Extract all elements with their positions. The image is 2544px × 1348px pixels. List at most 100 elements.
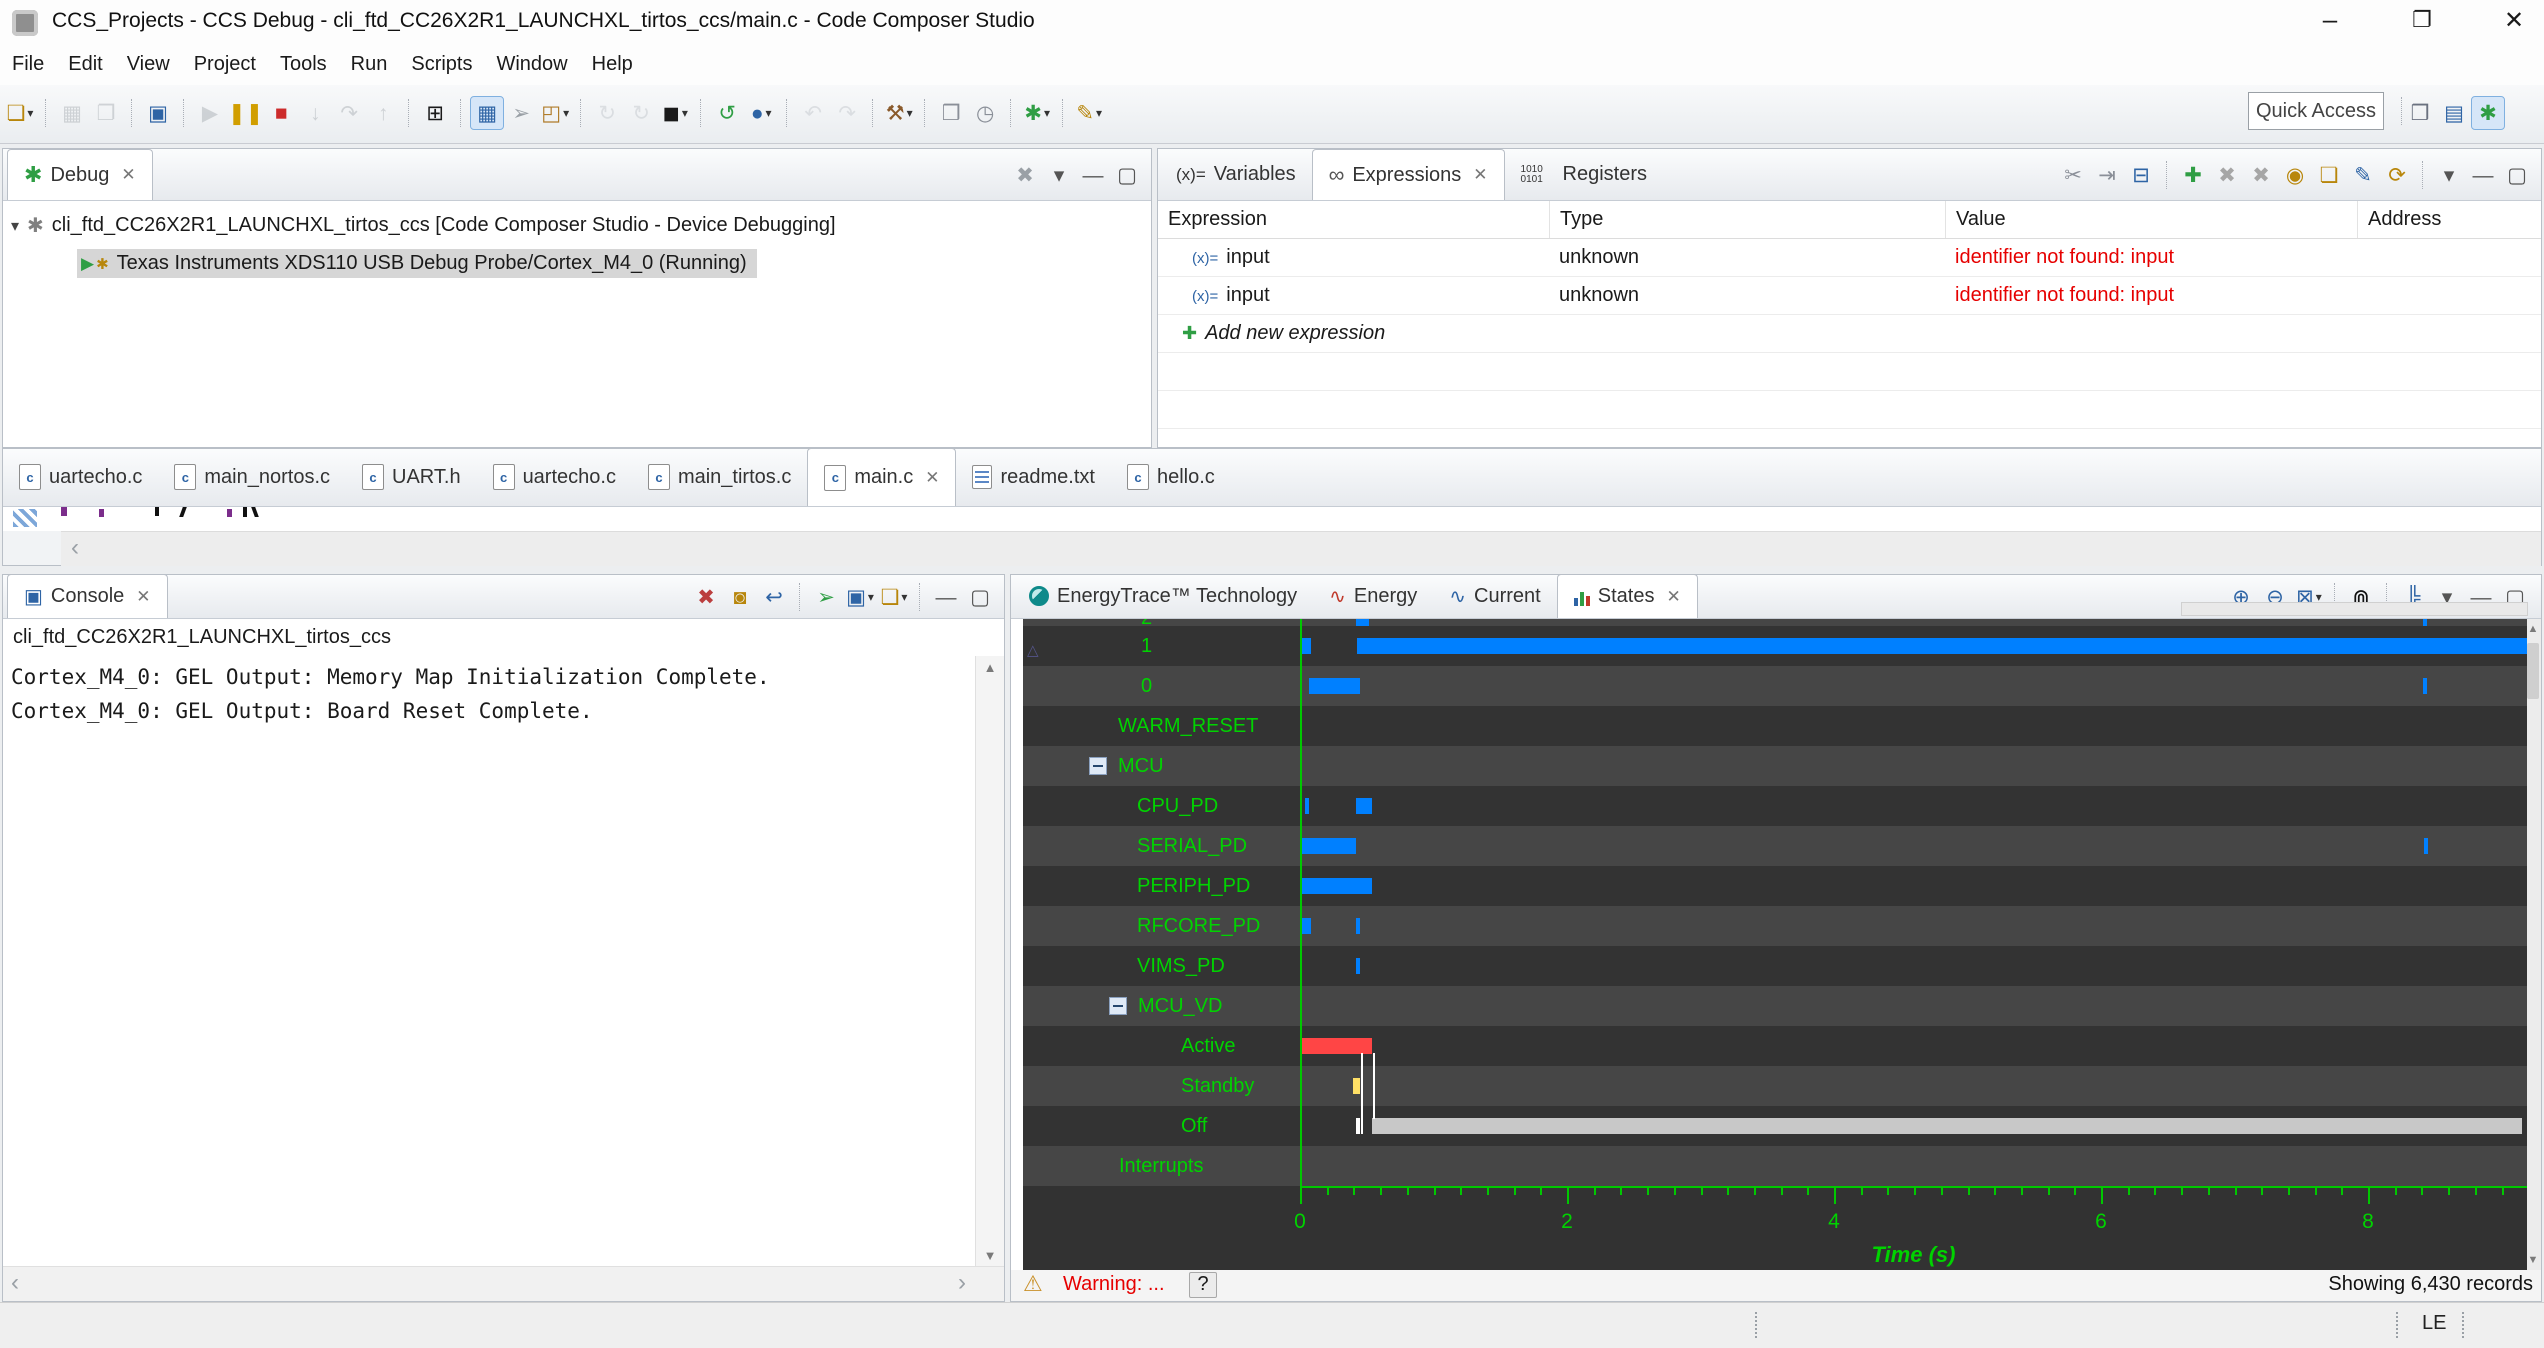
column-header-expression[interactable]: Expression [1158,201,1549,238]
minimize-button[interactable]: — [930,581,962,613]
chart-row-PERIPH_PD[interactable]: PERIPH_PD [1023,866,2527,906]
tab-variables[interactable]: (x)= Variables [1160,149,1312,200]
close-window-button[interactable]: ✕ [2484,6,2544,35]
editor-tab-uartecho.c[interactable]: cuartecho.c [3,448,158,506]
editor-tab-main_nortos.c[interactable]: cmain_nortos.c [158,448,346,506]
edit-expression-button[interactable]: ✎ [2347,159,2379,191]
scroll-down-icon[interactable]: ▼ [976,1248,1004,1263]
menu-item-file[interactable]: File [0,47,56,82]
remove-all-terminated-button[interactable]: ✖ [1009,159,1041,191]
new-file-button[interactable]: ❏▾ [4,97,36,129]
column-header-value[interactable]: Value [1945,201,2357,238]
dropdown-arrow-icon[interactable]: ▾ [682,106,688,120]
new-watch-button[interactable]: ❏ [2313,159,2345,191]
hscroll-left-icon[interactable]: ‹ [71,534,79,562]
chart-row-Off[interactable]: Off [1023,1106,2527,1146]
collapse-box-icon[interactable] [1109,997,1127,1015]
quick-access-box[interactable]: Quick Access [2248,92,2384,130]
column-header-address[interactable]: Address [2357,201,2541,238]
tab-states[interactable]: States ✕ [1557,574,1698,618]
chart-row-Interrupts[interactable]: Interrupts [1023,1146,2527,1186]
menu-item-run[interactable]: Run [339,47,400,82]
build-button[interactable]: ⚒▾ [883,97,915,129]
chart-row-0[interactable]: 0 [1023,666,2527,706]
add-expression-row[interactable]: ✚Add new expression [1158,315,2541,353]
open-perspective-button[interactable]: ❒ [2404,97,2436,129]
minimize-button[interactable]: — [2467,159,2499,191]
chart-row-Standby[interactable]: Standby [1023,1066,2527,1106]
dropdown-arrow-icon[interactable]: ▾ [27,106,33,120]
menu-item-tools[interactable]: Tools [268,47,339,82]
chart-row-VIMS_PD[interactable]: VIMS_PD [1023,946,2527,986]
collapse-all-button[interactable]: ⊟ [2125,159,2157,191]
tab-debug[interactable]: ✱ Debug ✕ [7,149,153,200]
chart-row-MCU_VD[interactable]: MCU_VD [1023,986,2527,1026]
editor-tab-UART.h[interactable]: cUART.h [346,448,477,506]
display-console-button[interactable]: ▣▾ [844,581,876,613]
tab-energy[interactable]: ∿ Energy [1313,574,1433,618]
select-pointer-button[interactable]: ➢ [505,97,537,129]
console-output[interactable]: Cortex_M4_0: GEL Output: Memory Map Init… [3,656,976,1267]
maximize-button[interactable]: ▢ [964,581,996,613]
remove-expression-button[interactable]: ✖ [2211,159,2243,191]
connect-target-button[interactable]: ▦ [471,97,503,129]
word-wrap-button[interactable]: ↩ [758,581,790,613]
editor-hscrollbar[interactable]: ‹ [61,531,2541,566]
remove-all-expressions-button[interactable]: ✖ [2245,159,2277,191]
minimize-button[interactable]: — [1077,159,1109,191]
device-chip-button[interactable]: ◼▾ [659,97,691,129]
chart-row-Active[interactable]: Active [1023,1026,2527,1066]
tree-expander-icon[interactable]: ▾ [11,216,19,236]
restore-window-button[interactable]: ❐ [2392,7,2452,33]
editor-tab-main.c[interactable]: cmain.c✕ [807,448,956,506]
expression-row[interactable]: (x)=inputunknownidentifier not found: in… [1158,239,2541,277]
suspend-button[interactable]: ❚❚ [228,97,263,129]
menu-item-edit[interactable]: Edit [56,47,114,82]
editor-tab-main_tirtos.c[interactable]: cmain_tirtos.c [632,448,807,506]
warning-label[interactable]: Warning: ... [1063,1273,1165,1296]
chart-row-1[interactable]: 1 [1023,626,2527,666]
show-type-names-button[interactable]: ✂ [2057,159,2089,191]
pin-console-button[interactable]: ➢ [810,581,842,613]
target-config-button[interactable]: ●▾ [745,97,777,129]
dropdown-arrow-icon[interactable]: ▾ [563,106,569,120]
dropdown-arrow-icon[interactable]: ▾ [868,590,874,604]
expression-row[interactable]: (x)=inputunknownidentifier not found: in… [1158,277,2541,315]
maximize-button[interactable]: ▢ [1111,159,1143,191]
ccs-debug-perspective-button[interactable]: ✱ [2472,97,2504,129]
chart-row-CPU_PD[interactable]: CPU_PD [1023,786,2527,826]
view-grid-button[interactable]: ⊞ [419,97,451,129]
add-expression-button[interactable]: ✚ [2177,159,2209,191]
scroll-thumb[interactable] [2527,643,2539,699]
chart-row-RFCORE_PD[interactable]: RFCORE_PD [1023,906,2527,946]
hscroll-right-icon[interactable]: › [958,1269,966,1297]
column-header-type[interactable]: Type [1549,201,1945,238]
editor-tab-uartecho.c[interactable]: cuartecho.c [477,448,632,506]
debug-tree-item-project[interactable]: ▾ ✱ cli_ftd_CC26X2R1_LAUNCHXL_tirtos_ccs… [11,213,836,238]
scripting-console-button[interactable]: ❒ [935,97,967,129]
chart-row-SERIAL_PD[interactable]: SERIAL_PD [1023,826,2527,866]
profile-clock-button[interactable]: ◷ [969,97,1001,129]
open-console-button[interactable]: ❏▾ [878,581,910,613]
menu-item-help[interactable]: Help [580,47,645,82]
debug-button[interactable]: ✱▾ [1021,97,1053,129]
view-menu-button[interactable]: ▾ [2433,159,2465,191]
dropdown-arrow-icon[interactable]: ▾ [907,106,913,120]
hscroll-left-icon[interactable]: ‹ [11,1269,19,1297]
clear-console-button[interactable]: ✖ [690,581,722,613]
tab-console[interactable]: ▣ Console ✕ [7,574,168,618]
terminate-button[interactable]: ■ [265,97,297,129]
scroll-lock-button[interactable]: ◙ [724,581,756,613]
dropdown-arrow-icon[interactable]: ▾ [1044,106,1050,120]
reset-target-button[interactable]: ↺ [711,97,743,129]
debug-tree-item-core[interactable]: ▶ ✱ Texas Instruments XDS110 USB Debug P… [77,249,757,278]
chart-row-WARM_RESET[interactable]: WARM_RESET [1023,706,2527,746]
scroll-up-icon[interactable]: ▲ [2525,623,2541,635]
dropdown-arrow-icon[interactable]: ▾ [1096,106,1102,120]
scroll-down-icon[interactable]: ▼ [2525,1254,2541,1266]
editor-tab-hello.c[interactable]: chello.c [1111,448,1231,506]
console-vscrollbar[interactable]: ▲ ▼ [975,656,1004,1267]
show-details-button[interactable]: ◉ [2279,159,2311,191]
close-icon[interactable]: ✕ [1473,165,1487,185]
tab-current[interactable]: ∿ Current [1433,574,1556,618]
